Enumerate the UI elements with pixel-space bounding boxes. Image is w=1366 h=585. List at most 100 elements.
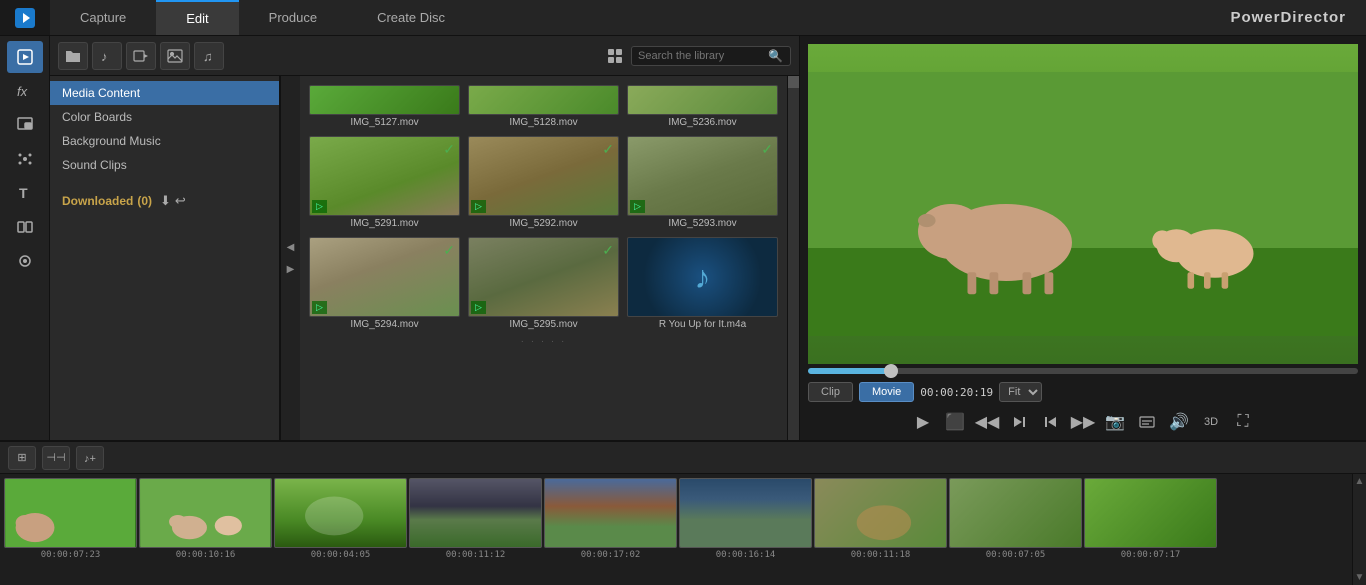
grid-scrollbar[interactable]	[787, 76, 799, 440]
timeline-toolbar: ⊞ ⊣⊣ ♪+	[0, 442, 1366, 474]
grid-scroll-thumb[interactable]	[788, 76, 799, 88]
scroll-right-btn[interactable]: ▶	[282, 260, 300, 278]
toolbar-btn-video[interactable]	[126, 42, 156, 70]
sidebar-icon-fx[interactable]: fx	[7, 75, 43, 107]
trim-in-button[interactable]	[1007, 410, 1031, 434]
table-row[interactable]: 00:00:11:18	[814, 478, 947, 585]
download-check-icon[interactable]: ↩	[175, 193, 186, 209]
search-box[interactable]: 🔍	[631, 46, 791, 66]
table-row[interactable]: 00:00:04:05	[274, 478, 407, 585]
scroll-left-btn[interactable]: ◀	[282, 238, 300, 256]
timeline-thumb	[139, 478, 272, 548]
3d-button[interactable]: 3D	[1199, 410, 1223, 434]
list-item[interactable]: IMG_5236.mov	[627, 85, 778, 128]
timeline-timecode: 00:00:11:12	[409, 550, 542, 560]
sidebar-scroll-arrow: ◀ ▶	[280, 76, 300, 440]
timeline-scroll-up[interactable]: ▲	[1355, 476, 1365, 487]
top-bar: Capture Edit Produce Create Disc PowerDi…	[0, 0, 1366, 36]
library-item-media-content[interactable]: Media Content	[50, 81, 279, 105]
movie-button[interactable]: Movie	[859, 382, 914, 402]
table-row[interactable]: 00:00:16:14	[679, 478, 812, 585]
library-item-color-boards[interactable]: Color Boards	[50, 105, 279, 129]
search-input[interactable]	[638, 50, 768, 62]
sidebar-icon-audio[interactable]	[7, 245, 43, 277]
table-row[interactable]: 00:00:10:16	[139, 478, 272, 585]
media-thumb: ✓ ▷	[309, 237, 460, 317]
sidebar-icon-particle[interactable]	[7, 143, 43, 175]
list-item[interactable]: ✓ ▷ IMG_5292.mov	[468, 136, 619, 229]
sidebar-icon-title[interactable]: T	[7, 177, 43, 209]
list-item[interactable]: IMG_5128.mov	[468, 85, 619, 128]
content-toolbar: ♪ ♫	[50, 36, 799, 76]
timeline-timecode: 00:00:16:14	[679, 550, 812, 560]
camera-button[interactable]: 📷	[1103, 410, 1127, 434]
sidebar-icon-transition[interactable]	[7, 211, 43, 243]
toolbar-btn-music[interactable]: ♪	[92, 42, 122, 70]
list-item[interactable]: ♪ R You Up for It.m4a	[627, 237, 778, 330]
content-panel: ♪ ♫	[50, 36, 800, 440]
timeline-thumb	[679, 478, 812, 548]
timeline-add-btn[interactable]: ♪+	[76, 446, 104, 470]
downloaded-section: Downloaded (0) ⬇ ↩	[50, 185, 279, 213]
list-item[interactable]: ✓ ▷ IMG_5293.mov	[627, 136, 778, 229]
table-row[interactable]: 00:00:07:17	[1084, 478, 1217, 585]
timeline-home-btn[interactable]: ⊣⊣	[42, 446, 70, 470]
toolbar-btn-grid-view[interactable]	[603, 44, 627, 68]
next-frame-button[interactable]: ▶▶	[1071, 410, 1095, 434]
trim-out-button[interactable]	[1039, 410, 1063, 434]
toolbar-btn-folder[interactable]	[58, 42, 88, 70]
subtitles-button[interactable]	[1135, 410, 1159, 434]
table-row[interactable]: 00:00:07:23	[4, 478, 137, 585]
library-item-background-music[interactable]: Background Music	[50, 129, 279, 153]
list-item[interactable]: ✓ ▷ IMG_5291.mov	[309, 136, 460, 229]
list-item[interactable]: IMG_5127.mov	[309, 85, 460, 128]
stop-button[interactable]: ⬛	[943, 410, 967, 434]
timeline-grid-btn[interactable]: ⊞	[8, 446, 36, 470]
table-row[interactable]: 00:00:11:12	[409, 478, 542, 585]
app-title: PowerDirector	[1230, 9, 1366, 26]
media-label: IMG_5292.mov	[468, 218, 619, 229]
table-row[interactable]: 00:00:07:05	[949, 478, 1082, 585]
list-item[interactable]: ✓ ▷ IMG_5295.mov	[468, 237, 619, 330]
download-arrow-icon[interactable]: ⬇	[160, 193, 171, 209]
timeline-thumb	[4, 478, 137, 548]
main-content: fx T	[0, 36, 1366, 440]
timeline-thumb	[1084, 478, 1217, 548]
preview-video	[808, 44, 1358, 364]
tab-produce[interactable]: Produce	[239, 0, 347, 35]
svg-text:♪: ♪	[101, 49, 108, 64]
top-bar-tabs: Capture Edit Produce Create Disc	[50, 0, 475, 35]
timeline-scroll-down[interactable]: ▼	[1355, 572, 1365, 583]
library-sidebar: Media Content Color Boards Background Mu…	[50, 76, 280, 440]
timeline-area: ⊞ ⊣⊣ ♪+ 00:00:07:23	[0, 440, 1366, 585]
tab-edit[interactable]: Edit	[156, 0, 238, 35]
play-button[interactable]: ▶	[911, 410, 935, 434]
media-grid-container[interactable]: IMG_5127.mov IMG_5128.mov IMG_5236.mov	[300, 76, 787, 440]
progress-handle[interactable]	[884, 364, 898, 378]
toolbar-btn-image[interactable]	[160, 42, 190, 70]
timeline-timecode: 00:00:07:23	[4, 550, 137, 560]
toolbar-btn-audio[interactable]: ♫	[194, 42, 224, 70]
fit-select[interactable]: Fit	[999, 382, 1042, 402]
table-row[interactable]: 00:00:17:02	[544, 478, 677, 585]
timeline-tracks[interactable]: 00:00:07:23 00:00:10:16	[0, 474, 1352, 585]
sidebar-icon-media[interactable]	[7, 41, 43, 73]
tab-capture[interactable]: Capture	[50, 0, 156, 35]
timeline-thumb	[814, 478, 947, 548]
list-item[interactable]: ✓ ▷ IMG_5294.mov	[309, 237, 460, 330]
search-icon: 🔍	[768, 49, 783, 63]
media-label: IMG_5295.mov	[468, 319, 619, 330]
timeline-scrollbar[interactable]: ▲ ▼	[1352, 474, 1366, 585]
svg-text:♪+: ♪+	[84, 453, 96, 465]
sidebar-icon-pip[interactable]	[7, 109, 43, 141]
prev-frame-button[interactable]: ◀◀	[975, 410, 999, 434]
timeline-track-area: 00:00:07:23 00:00:10:16	[0, 474, 1366, 585]
progress-track[interactable]	[808, 368, 1358, 374]
preview-controls	[800, 364, 1366, 378]
library-item-sound-clips[interactable]: Sound Clips	[50, 153, 279, 177]
clip-button[interactable]: Clip	[808, 382, 853, 402]
audio-button[interactable]: 🔊	[1167, 410, 1191, 434]
tab-create-disc[interactable]: Create Disc	[347, 0, 475, 35]
expand-button[interactable]: ⛶	[1231, 410, 1255, 434]
left-sidebar: fx T	[0, 36, 50, 440]
